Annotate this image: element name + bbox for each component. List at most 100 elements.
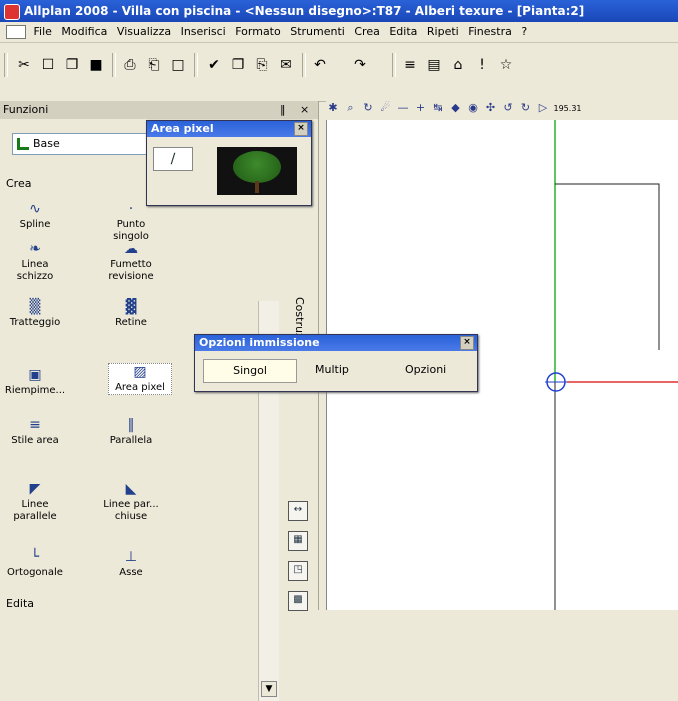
- close-icon[interactable]: ×: [460, 336, 474, 350]
- revision-cloud-icon: ☁: [124, 241, 138, 257]
- tool-label: Riempime...: [4, 385, 66, 396]
- snap-icon[interactable]: ☄: [379, 101, 393, 114]
- wizard-icon[interactable]: ✂: [14, 55, 34, 75]
- toolbar-separator: [302, 53, 306, 77]
- funzioni-panel-title: Funzioni: [3, 103, 49, 116]
- layers-icon[interactable]: ▤: [424, 55, 444, 75]
- select-icon[interactable]: ✱: [326, 101, 340, 114]
- menu-file[interactable]: File: [34, 22, 58, 42]
- rotate-right-icon[interactable]: ↻: [519, 101, 533, 114]
- tool-label: Area pixel: [115, 382, 165, 393]
- multip-button[interactable]: Multip: [315, 363, 349, 376]
- zoom-icon[interactable]: ⌕: [344, 101, 358, 115]
- singol-label: Singol: [233, 364, 267, 377]
- menu-visualizza[interactable]: Visualizza: [117, 22, 177, 42]
- tool-spline[interactable]: ∿ Spline: [4, 201, 66, 231]
- tool-stile-area[interactable]: ≡ Stile area: [4, 417, 66, 447]
- open-file-icon[interactable]: ❐: [62, 55, 82, 75]
- menu-crea[interactable]: Crea: [354, 22, 385, 42]
- tool-tratteggio[interactable]: ▒ Tratteggio: [4, 299, 66, 329]
- tool-linee-parallele[interactable]: ◤ Linee parallele: [4, 481, 66, 523]
- refresh-icon[interactable]: ↻: [361, 101, 375, 114]
- tool-parallela[interactable]: ‖ Parallela: [100, 417, 162, 447]
- spline-icon: ∿: [29, 201, 41, 217]
- tool-area-pixel[interactable]: ▨ Area pixel: [108, 363, 172, 395]
- category-crea[interactable]: Crea: [6, 177, 31, 190]
- module-combo-value: Base: [33, 137, 60, 150]
- document-menu-icon[interactable]: [6, 25, 26, 39]
- singol-button[interactable]: Singol: [203, 359, 297, 383]
- menu-ripeti[interactable]: Ripeti: [427, 22, 465, 42]
- orthogonal-icon: └: [30, 549, 40, 565]
- close-icon[interactable]: ×: [294, 122, 308, 136]
- redo-icon[interactable]: ↷: [350, 55, 370, 75]
- tool-label: Parallela: [109, 435, 153, 446]
- toolbar-separator: [194, 53, 198, 77]
- menu-strumenti[interactable]: Strumenti: [290, 22, 351, 42]
- favorites-icon[interactable]: ☆: [496, 55, 516, 75]
- menu-help[interactable]: ?: [521, 22, 533, 42]
- tool-label: Ortogonale: [7, 567, 63, 578]
- pattern-icon: ▓: [125, 299, 137, 315]
- menu-formato[interactable]: Formato: [235, 22, 287, 42]
- dimension-icon[interactable]: ↔: [288, 501, 308, 521]
- cut-icon[interactable]: ✔: [204, 55, 224, 75]
- menu-edita[interactable]: Edita: [389, 22, 423, 42]
- cross-icon[interactable]: +: [414, 101, 428, 114]
- tool-riempimento[interactable]: ▣ Riempime...: [4, 367, 66, 397]
- pin-icon[interactable]: ‖: [280, 101, 286, 119]
- title-bar: Allplan 2008 - Villa con piscina - <Ness…: [0, 0, 678, 22]
- base-module-icon: [17, 138, 29, 150]
- tool-asse[interactable]: ⊥ Asse: [100, 549, 162, 579]
- measure-icon[interactable]: ≡: [400, 55, 420, 75]
- zoom-window-icon[interactable]: ◳: [288, 561, 308, 581]
- tree-texture-preview[interactable]: [217, 147, 297, 195]
- open-folder-icon[interactable]: ▷: [536, 101, 550, 114]
- scroll-down-icon[interactable]: ▼: [261, 681, 277, 697]
- grid-icon[interactable]: ▦: [288, 531, 308, 551]
- module-combo[interactable]: Base: [12, 133, 152, 155]
- tool-label: Tratteggio: [9, 317, 61, 328]
- funzioni-panel-header: Funzioni ‖ ×: [0, 101, 318, 119]
- menu-modifica[interactable]: Modifica: [61, 22, 113, 42]
- menu-finestra[interactable]: Finestra: [468, 22, 518, 42]
- tool-label: Linea schizzo: [16, 259, 54, 282]
- fill-icon: ▣: [28, 367, 42, 383]
- format-painter-icon[interactable]: ✉: [276, 55, 296, 75]
- tool-linea-schizzo[interactable]: ❧ Linea schizzo: [4, 241, 66, 283]
- line-icon[interactable]: —: [396, 101, 410, 114]
- pick-icon[interactable]: ◆: [449, 101, 463, 114]
- category-edita[interactable]: Edita: [6, 597, 34, 610]
- distance-icon[interactable]: ↹: [431, 101, 445, 114]
- print-icon[interactable]: ⎙: [120, 55, 140, 75]
- paste-icon[interactable]: ⎘: [252, 55, 272, 75]
- pixel-area-icon: ▨: [133, 364, 147, 380]
- tree-trunk: [255, 181, 259, 193]
- tool-punto-singolo[interactable]: · Punto singolo: [100, 201, 162, 243]
- layout-icon[interactable]: □: [168, 55, 188, 75]
- save-icon[interactable]: ■: [86, 55, 106, 75]
- close-icon[interactable]: ×: [300, 101, 309, 119]
- area-pixel-palette: Area pixel × ∕: [146, 120, 312, 206]
- window-title: Allplan 2008 - Villa con piscina - <Ness…: [24, 4, 585, 18]
- tool-retine[interactable]: ▓ Retine: [100, 299, 162, 329]
- opzioni-button[interactable]: Opzioni: [405, 363, 446, 376]
- print-preview-icon[interactable]: ⎗: [144, 55, 164, 75]
- new-file-icon[interactable]: ☐: [38, 55, 58, 75]
- info-icon[interactable]: !: [472, 55, 492, 75]
- tool-ortogonale[interactable]: └ Ortogonale: [4, 549, 66, 579]
- target-icon[interactable]: ◉: [466, 101, 480, 114]
- building-structure-icon[interactable]: ⌂: [448, 55, 468, 75]
- rotate-left-icon[interactable]: ↺: [501, 101, 515, 114]
- snap-grid-icon[interactable]: ▩: [288, 591, 308, 611]
- tool-fumetto-revisione[interactable]: ☁ Fumetto revisione: [100, 241, 162, 283]
- point-icon: ·: [128, 201, 134, 217]
- menu-inserisci[interactable]: Inserisci: [181, 22, 232, 42]
- undo-icon[interactable]: ↶: [310, 55, 330, 75]
- copy-icon[interactable]: ❐: [228, 55, 248, 75]
- move-icon[interactable]: ✣: [484, 101, 498, 114]
- tool-linee-parallele-chiuse[interactable]: ◣ Linee par... chiuse: [100, 481, 162, 523]
- pipette-icon[interactable]: ∕: [153, 147, 193, 171]
- tool-label: Retine: [115, 317, 147, 328]
- view-toolbar: ✱ ⌕ ↻ ☄ — + ↹ ◆ ◉ ✣ ↺ ↻ ▷ 195.31: [326, 101, 678, 119]
